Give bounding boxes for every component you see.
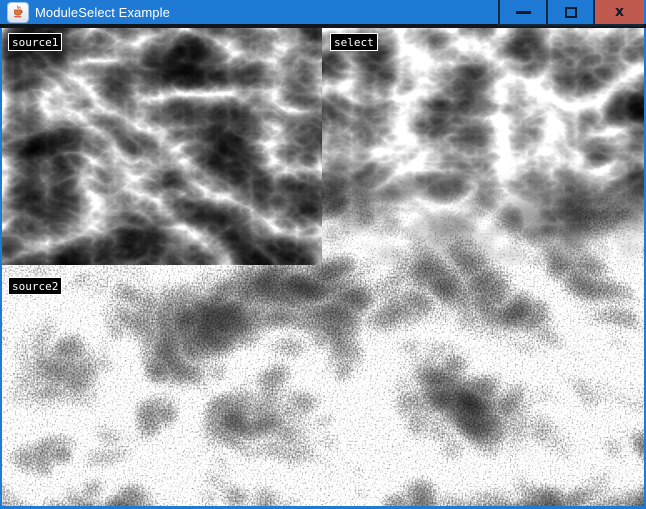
source2-noise-image <box>2 265 644 506</box>
source1-noise-image <box>2 28 322 265</box>
noise-scene <box>2 28 644 506</box>
minimize-button[interactable] <box>498 0 546 26</box>
minimize-icon <box>516 11 531 14</box>
close-button[interactable]: x <box>593 0 644 26</box>
window-title: ModuleSelect Example <box>35 5 170 20</box>
label-source2: source2 <box>8 277 62 295</box>
label-select: select <box>330 33 378 51</box>
window-controls: x <box>498 0 644 26</box>
render-canvas: source1 select source2 <box>2 28 644 506</box>
java-coffee-cup-glyph <box>11 5 25 19</box>
maximize-icon <box>565 7 577 18</box>
title-bar[interactable]: ModuleSelect Example x <box>0 0 646 28</box>
maximize-button[interactable] <box>546 0 593 26</box>
label-source1: source1 <box>8 33 62 51</box>
close-icon: x <box>615 5 624 19</box>
app-window: ModuleSelect Example x <box>0 0 646 509</box>
java-coffee-cup-icon <box>8 3 28 22</box>
